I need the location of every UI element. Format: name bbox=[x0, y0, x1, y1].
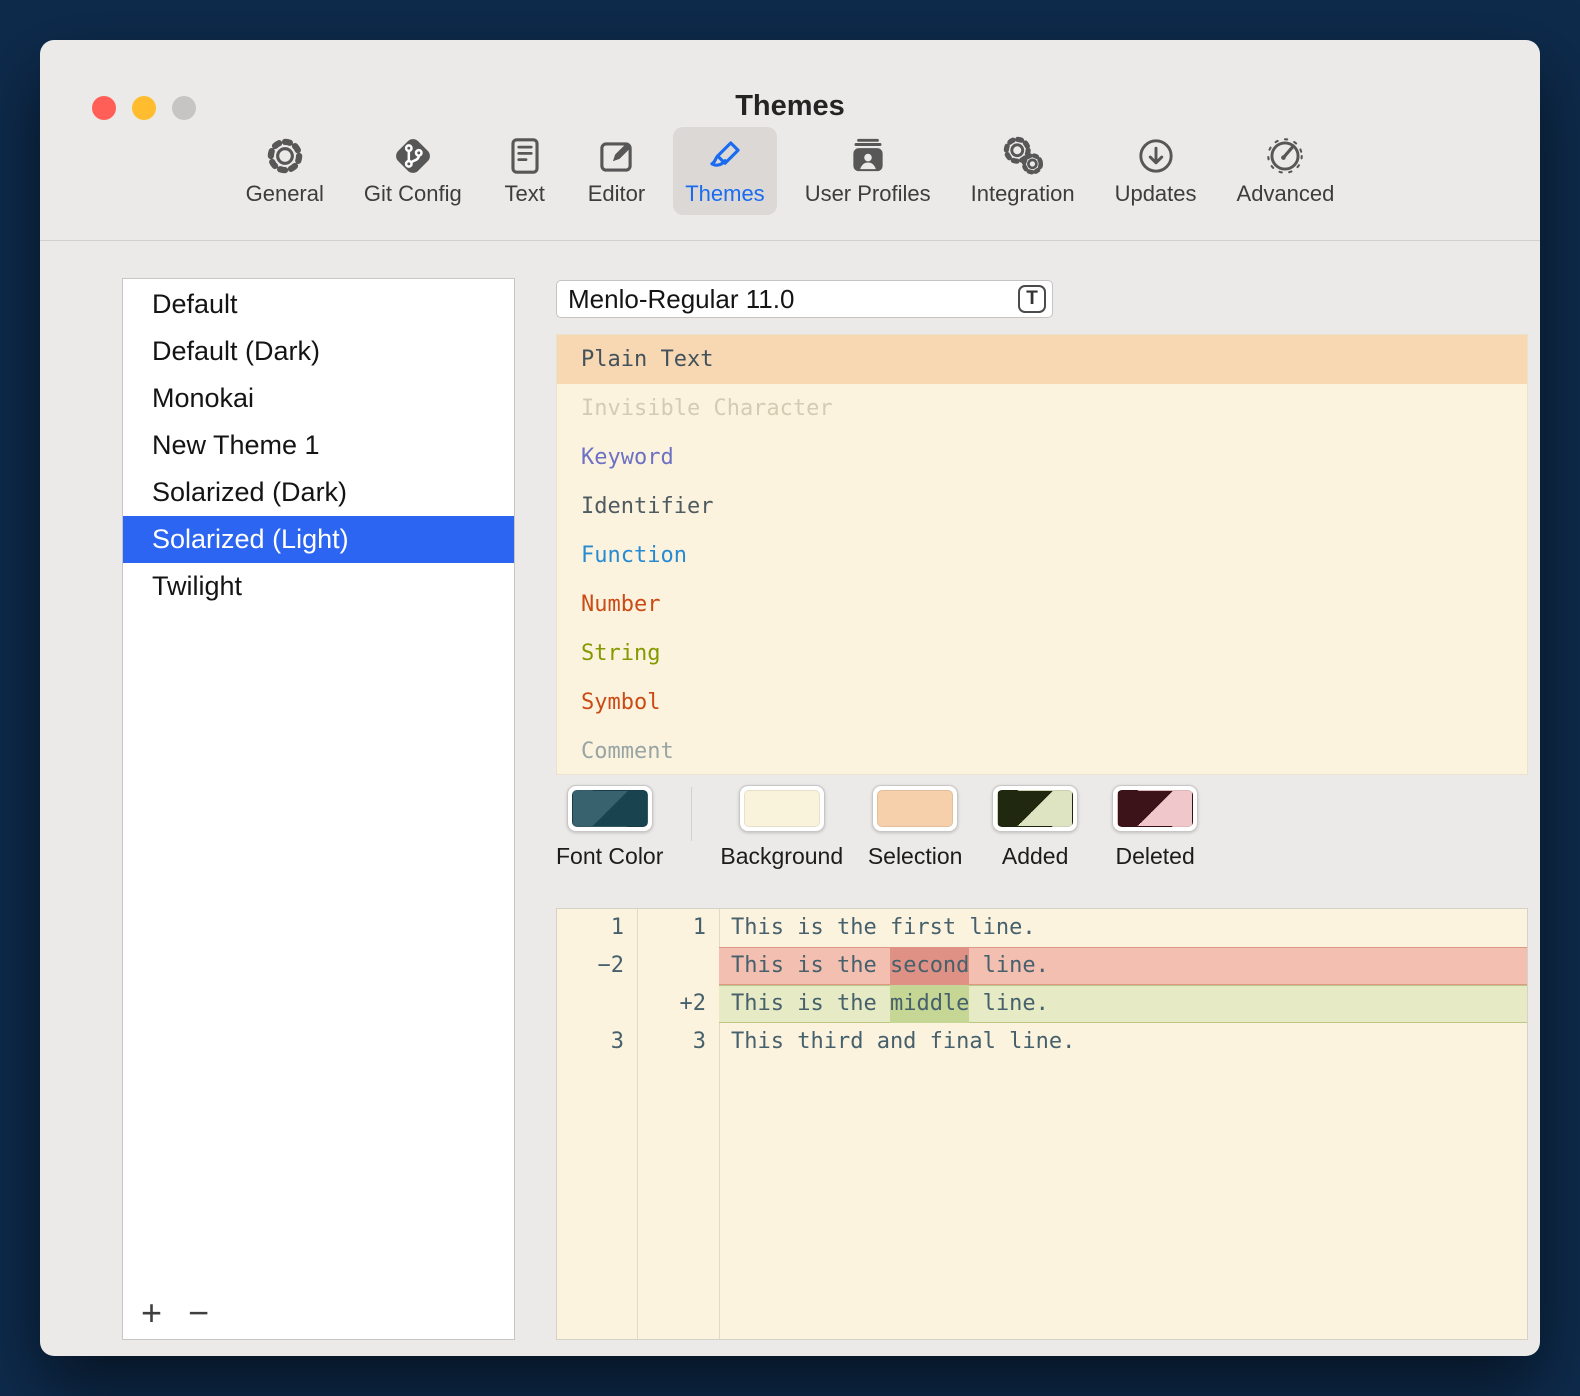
theme-item-monokai[interactable]: Monokai bbox=[123, 375, 514, 422]
token-number: Number bbox=[557, 580, 1527, 629]
toolbar-item-label: Text bbox=[505, 181, 545, 207]
toolbar-item-editor[interactable]: Editor bbox=[576, 127, 657, 215]
git-branch-icon bbox=[390, 133, 436, 179]
diff-line-text: This is the middle line. bbox=[719, 985, 1527, 1023]
swatch-label: Selection bbox=[868, 843, 963, 870]
diff-line-number-right: 1 bbox=[637, 909, 719, 947]
token-invisible-character: Invisible Character bbox=[557, 384, 1527, 433]
font-field-value: Menlo-Regular 11.0 bbox=[568, 284, 794, 315]
theme-sidebar: Default Default (Dark) Monokai New Theme… bbox=[122, 278, 515, 1340]
theme-item-default[interactable]: Default bbox=[123, 281, 514, 328]
diff-rows: 1 1 This is the first line. −2 This is t… bbox=[557, 909, 1527, 1061]
window-title: Themes bbox=[40, 40, 1540, 123]
swatch-label: Added bbox=[1002, 843, 1069, 870]
gears-icon bbox=[1000, 133, 1046, 179]
background-color-well[interactable] bbox=[739, 785, 825, 832]
close-button[interactable] bbox=[92, 96, 116, 120]
swatch-label: Deleted bbox=[1115, 843, 1194, 870]
swatch-divider bbox=[691, 787, 692, 841]
diff-line-text: This third and final line. bbox=[719, 1023, 1527, 1061]
text-document-icon bbox=[502, 133, 548, 179]
diff-row: +2 This is the middle line. bbox=[557, 985, 1527, 1023]
theme-item-default-dark[interactable]: Default (Dark) bbox=[123, 328, 514, 375]
toolbar-item-user-profiles[interactable]: User Profiles bbox=[793, 127, 943, 215]
diff-line-text: This is the first line. bbox=[719, 909, 1527, 947]
add-theme-button[interactable]: + bbox=[141, 1295, 162, 1331]
toolbar-item-label: Updates bbox=[1115, 181, 1197, 207]
paintbrush-icon bbox=[702, 133, 748, 179]
selection-color-well[interactable] bbox=[872, 785, 958, 832]
toolbar-item-label: Advanced bbox=[1237, 181, 1335, 207]
swatch-deleted: Deleted bbox=[1107, 785, 1203, 870]
toolbar: General Git Config Text Editor Themes Us… bbox=[40, 127, 1540, 215]
token-identifier: Identifier bbox=[557, 482, 1527, 531]
toolbar-item-text[interactable]: Text bbox=[490, 127, 560, 215]
diff-line-number-right bbox=[637, 947, 719, 985]
diff-row: 1 1 This is the first line. bbox=[557, 909, 1527, 947]
diff-word-highlight: second bbox=[890, 947, 969, 985]
toolbar-item-label: Git Config bbox=[364, 181, 462, 207]
font-picker-button[interactable]: T bbox=[1018, 285, 1046, 313]
color-swatches: Font Color Background Selection Added De… bbox=[556, 785, 1203, 870]
toolbar-item-label: Themes bbox=[685, 181, 764, 207]
remove-theme-button[interactable]: − bbox=[188, 1295, 209, 1331]
gear-icon bbox=[262, 133, 308, 179]
toolbar-item-general[interactable]: General bbox=[234, 127, 336, 215]
theme-item-solarized-dark[interactable]: Solarized (Dark) bbox=[123, 469, 514, 516]
traffic-lights bbox=[92, 96, 196, 120]
token-function: Function bbox=[557, 531, 1527, 580]
token-plain-text: Plain Text bbox=[557, 335, 1527, 384]
token-string: String bbox=[557, 629, 1527, 678]
added-color-well[interactable] bbox=[992, 785, 1078, 832]
token-comment: Comment bbox=[557, 727, 1527, 776]
advanced-gauge-icon bbox=[1262, 133, 1308, 179]
diff-row: −2 This is the second line. bbox=[557, 947, 1527, 985]
theme-item-twilight[interactable]: Twilight bbox=[123, 563, 514, 610]
user-profile-icon bbox=[845, 133, 891, 179]
theme-item-solarized-light[interactable]: Solarized (Light) bbox=[123, 516, 514, 563]
download-circle-icon bbox=[1133, 133, 1179, 179]
diff-line-text: This is the second line. bbox=[719, 947, 1527, 985]
swatch-selection: Selection bbox=[867, 785, 963, 870]
toolbar-item-themes[interactable]: Themes bbox=[673, 127, 776, 215]
minimize-button[interactable] bbox=[132, 96, 156, 120]
diff-row: 3 3 This third and final line. bbox=[557, 1023, 1527, 1061]
toolbar-item-label: Integration bbox=[971, 181, 1075, 207]
swatch-label: Background bbox=[720, 843, 843, 870]
token-preview: Plain Text Invisible Character Keyword I… bbox=[556, 334, 1528, 775]
preferences-window: Themes General Git Config Text Editor Th… bbox=[40, 40, 1540, 1356]
diff-line-number-right: +2 bbox=[637, 985, 719, 1023]
toolbar-item-label: User Profiles bbox=[805, 181, 931, 207]
zoom-button bbox=[172, 96, 196, 120]
diff-line-number-right: 3 bbox=[637, 1023, 719, 1061]
font-color-color-well[interactable] bbox=[567, 785, 653, 832]
editor-pencil-icon bbox=[593, 133, 639, 179]
diff-line-number-left: 3 bbox=[557, 1023, 637, 1061]
diff-line-number-left bbox=[557, 985, 637, 1023]
swatch-background: Background bbox=[720, 785, 843, 870]
swatch-added: Added bbox=[987, 785, 1083, 870]
swatch-label: Font Color bbox=[556, 843, 663, 870]
toolbar-item-advanced[interactable]: Advanced bbox=[1225, 127, 1347, 215]
font-field[interactable]: Menlo-Regular 11.0 T bbox=[556, 280, 1053, 318]
theme-item-new-theme-1[interactable]: New Theme 1 bbox=[123, 422, 514, 469]
theme-list: Default Default (Dark) Monokai New Theme… bbox=[123, 279, 514, 610]
swatch-font-color: Font Color bbox=[556, 785, 663, 870]
token-symbol: Symbol bbox=[557, 678, 1527, 727]
list-controls: + − bbox=[141, 1295, 209, 1331]
diff-line-number-left: 1 bbox=[557, 909, 637, 947]
toolbar-item-label: General bbox=[246, 181, 324, 207]
toolbar-item-git-config[interactable]: Git Config bbox=[352, 127, 474, 215]
token-keyword: Keyword bbox=[557, 433, 1527, 482]
diff-preview: 1 1 This is the first line. −2 This is t… bbox=[556, 908, 1528, 1340]
toolbar-item-updates[interactable]: Updates bbox=[1103, 127, 1209, 215]
toolbar-item-integration[interactable]: Integration bbox=[959, 127, 1087, 215]
deleted-color-well[interactable] bbox=[1112, 785, 1198, 832]
diff-line-number-left: −2 bbox=[557, 947, 637, 985]
toolbar-item-label: Editor bbox=[588, 181, 645, 207]
titlebar: Themes General Git Config Text Editor Th… bbox=[40, 40, 1540, 241]
diff-word-highlight: middle bbox=[890, 985, 969, 1023]
